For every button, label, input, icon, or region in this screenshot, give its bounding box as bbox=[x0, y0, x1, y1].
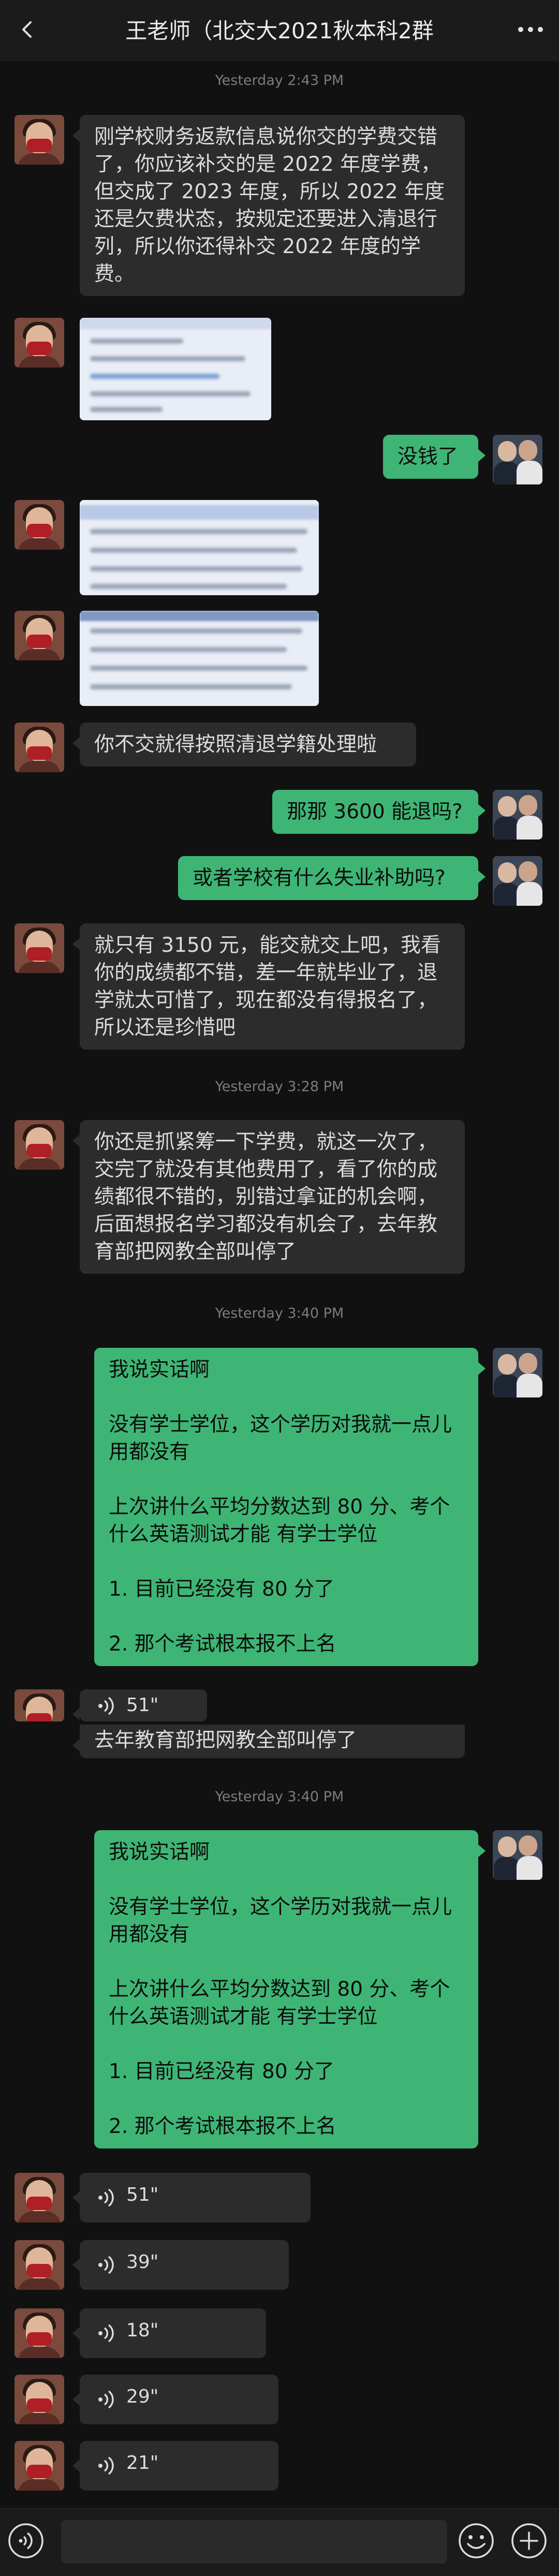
message-bubble[interactable]: 你还是抓紧筹一下学费，就这一次了，交完了就没有其他费用了，看了你的成绩都很不错的… bbox=[72, 1120, 465, 1274]
image-message[interactable] bbox=[80, 318, 271, 420]
input-bar bbox=[0, 2508, 559, 2576]
avatar[interactable] bbox=[14, 2441, 64, 2491]
timestamp: Yesterday 3:40 PM bbox=[215, 1305, 344, 1321]
voice-icon bbox=[98, 2188, 114, 2207]
avatar[interactable] bbox=[14, 115, 64, 165]
voice-transcript: 去年教育部把网教全部叫停了 bbox=[72, 1725, 465, 1758]
avatar[interactable] bbox=[14, 2173, 64, 2222]
voice-input-icon[interactable] bbox=[7, 2522, 45, 2559]
voice-icon bbox=[98, 2256, 114, 2274]
voice-duration: 21" bbox=[126, 2452, 159, 2474]
voice-message[interactable]: 51" bbox=[72, 2173, 311, 2222]
message-bubble[interactable]: 刚学校财务返款信息说你交的学费交错了，你应该补交的是 2022 年度学费，但交成… bbox=[72, 115, 465, 296]
voice-duration: 39" bbox=[126, 2251, 159, 2273]
voice-message[interactable]: 29" bbox=[72, 2375, 278, 2424]
voice-message[interactable]: 18" bbox=[72, 2308, 266, 2358]
more-options-icon[interactable] bbox=[512, 11, 549, 48]
message-bubble[interactable]: 或者学校有什么失业补助吗? bbox=[178, 856, 486, 900]
voice-duration: 51" bbox=[126, 2184, 159, 2205]
image-message[interactable] bbox=[80, 611, 319, 706]
voice-icon bbox=[98, 1697, 114, 1715]
image-message[interactable] bbox=[80, 500, 319, 595]
avatar[interactable] bbox=[14, 723, 64, 772]
avatar[interactable] bbox=[14, 611, 64, 660]
voice-message[interactable]: 21" bbox=[72, 2441, 278, 2491]
emoji-icon[interactable] bbox=[458, 2522, 495, 2559]
chat-header: 王老师（北交大2021秋本科2群 bbox=[0, 0, 559, 61]
plus-icon[interactable] bbox=[510, 2522, 548, 2559]
avatar[interactable] bbox=[493, 435, 542, 484]
avatar[interactable] bbox=[14, 2308, 64, 2358]
avatar[interactable] bbox=[493, 790, 542, 840]
message-bubble[interactable]: 我说实话啊 没有学士学位，这个学历对我就一点儿用都没有 上次讲什么平均分数达到 … bbox=[94, 1830, 486, 2148]
voice-message[interactable]: 39" bbox=[72, 2240, 289, 2290]
avatar[interactable] bbox=[14, 2375, 64, 2424]
back-icon[interactable] bbox=[9, 11, 46, 48]
timestamp: Yesterday 3:40 PM bbox=[215, 1789, 344, 1805]
avatar[interactable] bbox=[493, 1348, 542, 1397]
avatar[interactable] bbox=[14, 318, 64, 367]
voice-duration: 18" bbox=[126, 2320, 159, 2341]
avatar[interactable] bbox=[14, 1689, 64, 1721]
voice-message[interactable]: 51" bbox=[72, 1689, 207, 1721]
avatar[interactable] bbox=[14, 2240, 64, 2290]
avatar[interactable] bbox=[14, 500, 64, 550]
voice-duration: 51" bbox=[126, 1695, 159, 1716]
timestamp: Yesterday 3:28 PM bbox=[215, 1079, 344, 1095]
voice-icon bbox=[98, 2456, 114, 2475]
voice-icon bbox=[98, 2390, 114, 2409]
message-input[interactable] bbox=[61, 2520, 447, 2564]
avatar[interactable] bbox=[14, 923, 64, 973]
avatar[interactable] bbox=[493, 856, 542, 906]
message-bubble[interactable]: 我说实话啊 没有学士学位，这个学历对我就一点儿用都没有 上次讲什么平均分数达到 … bbox=[94, 1348, 486, 1666]
voice-icon bbox=[98, 2324, 114, 2343]
avatar[interactable] bbox=[14, 1120, 64, 1170]
message-bubble[interactable]: 你不交就得按照清退学籍处理啦 bbox=[72, 723, 416, 767]
message-bubble[interactable]: 就只有 3150 元，能交就交上吧，我看你的成绩都不错，差一年就毕业了，退学就太… bbox=[72, 923, 465, 1050]
message-bubble[interactable]: 那那 3600 能退吗? bbox=[272, 790, 486, 834]
voice-duration: 29" bbox=[126, 2386, 159, 2407]
avatar[interactable] bbox=[493, 1830, 542, 1880]
timestamp: Yesterday 2:43 PM bbox=[215, 72, 344, 89]
chat-title: 王老师（北交大2021秋本科2群 bbox=[125, 18, 434, 43]
message-bubble[interactable]: 没钱了 bbox=[383, 435, 486, 479]
